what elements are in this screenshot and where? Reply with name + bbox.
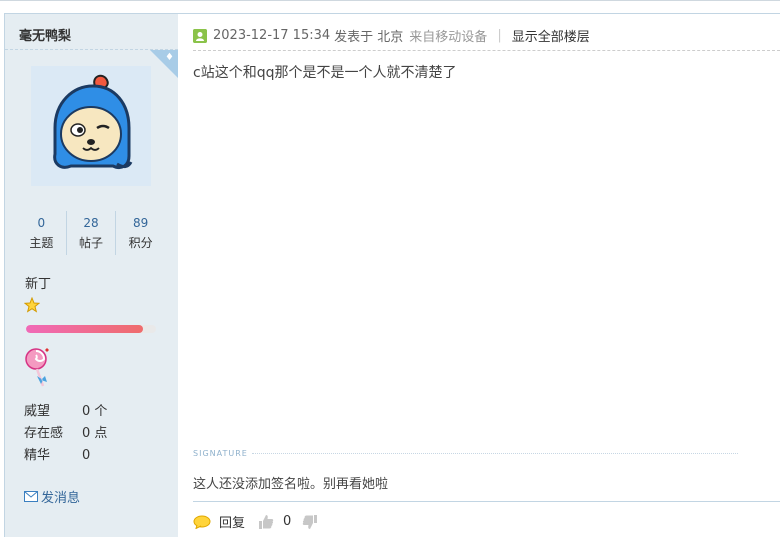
send-message-label: 发消息 <box>41 491 81 506</box>
username[interactable]: 毫无鸭梨 <box>19 25 71 44</box>
stat-credits-label: 积分 <box>128 236 153 250</box>
profile-row-digest: 精华 0 <box>24 445 107 467</box>
top-border <box>0 0 780 1</box>
show-all-floors-link[interactable]: 显示全部楼层 <box>512 26 590 45</box>
stat-threads-label: 主题 <box>29 236 54 250</box>
post-actions: 回复 0 <box>193 512 319 531</box>
profile-key: 存在感 <box>24 426 64 441</box>
reply-button[interactable]: 回复 <box>219 512 245 531</box>
stat-threads[interactable]: 0 主题 <box>17 211 66 255</box>
avatar-image <box>31 66 151 186</box>
stat-credits-count: 89 <box>133 216 149 230</box>
star-icon <box>24 297 40 313</box>
post-meta: 2023-12-17 15:34 发表于 北京 来自移动设备 | 显示全部楼层 <box>193 26 590 45</box>
signature-divider <box>252 453 738 454</box>
signature-label: SIGNATURE <box>193 449 248 458</box>
post-timestamp: 2023-12-17 15:34 <box>213 28 331 43</box>
profile-row-presence: 存在感 0 点 <box>24 423 107 445</box>
avatar[interactable] <box>31 66 151 186</box>
online-icon: ♦ <box>165 52 174 63</box>
level-progress-bar <box>26 325 156 333</box>
stat-credits[interactable]: 89 积分 <box>115 211 165 255</box>
level-progress-fill <box>26 325 143 333</box>
thumbs-down-icon[interactable] <box>301 513 319 531</box>
profile-key: 威望 <box>24 404 51 419</box>
profile-value: 0 点 <box>82 426 108 441</box>
post-content: c站这个和qq那个是不是一个人就不清楚了 <box>193 65 457 81</box>
like-count: 0 <box>283 514 292 529</box>
reply-icon[interactable] <box>193 515 211 529</box>
thumbs-up-icon[interactable] <box>257 513 275 531</box>
stat-posts-count: 28 <box>83 216 99 230</box>
user-icon <box>193 28 207 43</box>
user-stats: 0 主题 28 帖子 89 积分 <box>17 211 165 255</box>
user-profile-fields: 威望 0 个 存在感 0 点 精华 0 <box>24 401 107 467</box>
meta-pipe: | <box>497 28 502 43</box>
post-device: 来自移动设备 <box>409 30 488 45</box>
post-main: 2023-12-17 15:34 发表于 北京 来自移动设备 | 显示全部楼层 … <box>178 13 780 537</box>
online-status-icon <box>193 28 207 43</box>
lollipop-medal-icon[interactable] <box>23 346 53 390</box>
post-top-border <box>178 13 780 14</box>
meta-divider <box>193 50 780 51</box>
envelope-icon <box>24 491 38 502</box>
footer-divider <box>193 501 780 502</box>
stat-posts-label: 帖子 <box>79 236 104 250</box>
sidebar-top-border <box>5 13 178 14</box>
post-location: 发表于 北京 <box>334 30 404 45</box>
profile-key: 精华 <box>24 448 51 463</box>
profile-value: 0 <box>82 448 91 463</box>
user-sidebar: 毫无鸭梨 ♦ 0 主题 28 帖子 89 积分 新丁 威望 0 个 存在感 0 … <box>4 13 178 537</box>
send-message-link[interactable]: 发消息 <box>24 487 80 506</box>
user-rank[interactable]: 新丁 <box>25 273 51 292</box>
signature-text: 这人还没添加签名啦。别再看她啦 <box>193 477 389 492</box>
profile-row-prestige: 威望 0 个 <box>24 401 107 423</box>
stat-posts[interactable]: 28 帖子 <box>65 211 116 255</box>
stat-threads-count: 0 <box>37 216 46 230</box>
profile-value: 0 个 <box>82 404 108 419</box>
